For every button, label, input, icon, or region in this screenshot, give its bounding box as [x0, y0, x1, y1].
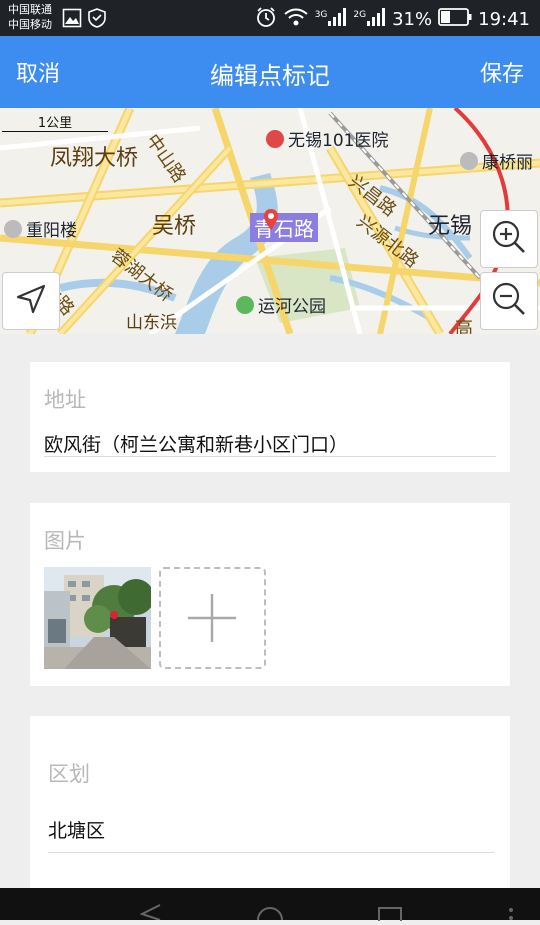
- signal-icon: [366, 7, 386, 32]
- save-button[interactable]: 保存: [480, 56, 524, 88]
- map-label: 吴桥: [152, 214, 197, 239]
- home-icon[interactable]: [256, 904, 284, 925]
- map-label: 高: [455, 318, 473, 334]
- app-header: 取消 编辑点标记 保存: [0, 36, 540, 108]
- network-type-2: 2G: [353, 9, 367, 20]
- poi-icon: [460, 152, 478, 170]
- carrier-1: 中国联通: [8, 3, 52, 16]
- status-bar: 中国联通 中国移动 3G 2G 31% 19:41: [0, 0, 540, 36]
- zoom-out-icon: [491, 281, 527, 321]
- wifi-icon: [283, 7, 309, 32]
- map-label: 凤翔大桥: [50, 146, 139, 171]
- zoom-in-button[interactable]: [480, 210, 538, 268]
- locate-icon: [14, 282, 48, 320]
- system-nav-bar: [0, 888, 540, 925]
- plus-icon: [186, 592, 238, 648]
- map-view[interactable]: 1公里 凤翔大桥 中山路 无锡101医院 兴昌路 康桥丽 重阳楼 吴桥 青石路 …: [0, 108, 540, 334]
- photo-thumbnail[interactable]: [44, 567, 151, 669]
- pictures-card: 图片: [30, 503, 510, 686]
- add-photo-button[interactable]: [159, 567, 266, 669]
- district-field[interactable]: 北塘区: [48, 816, 105, 843]
- zoom-in-icon: [491, 219, 527, 259]
- back-icon[interactable]: [139, 904, 162, 924]
- address-field[interactable]: 欧风街（柯兰公寓和新巷小区门口）: [44, 430, 348, 457]
- map-label: 山东浜: [126, 313, 177, 333]
- zoom-out-button[interactable]: [480, 272, 538, 330]
- recents-icon[interactable]: [378, 906, 402, 925]
- district-card: 区划 北塘区: [30, 716, 510, 888]
- locate-button[interactable]: [2, 272, 60, 330]
- hospital-icon: [266, 130, 284, 148]
- map-label: 重阳楼: [4, 216, 77, 241]
- map-label: 运河公园: [236, 292, 326, 317]
- map-label: 康桥丽: [460, 148, 533, 173]
- map-pin-icon[interactable]: [263, 208, 279, 236]
- map-scale: 1公里: [2, 112, 108, 132]
- clock: 19:41: [478, 9, 530, 30]
- selected-road-label: 青石路: [250, 213, 318, 242]
- poi-icon: [4, 220, 22, 238]
- page-title: 编辑点标记: [210, 62, 330, 90]
- address-card: 地址 欧风街（柯兰公寓和新巷小区门口）: [30, 362, 510, 472]
- divider: [44, 456, 496, 457]
- shield-icon: [88, 8, 106, 32]
- battery-icon: [438, 8, 472, 31]
- alarm-icon: [255, 6, 277, 33]
- map-label: 无锡101医院: [266, 126, 388, 151]
- pictures-label: 图片: [44, 529, 86, 553]
- district-label: 区划: [48, 762, 90, 786]
- carrier-info: 中国联通 中国移动: [8, 2, 52, 32]
- battery-percent: 31%: [392, 9, 433, 30]
- signal-icon: [327, 7, 347, 32]
- address-label: 地址: [44, 388, 86, 412]
- network-type-1: 3G: [314, 9, 328, 20]
- menu-icon[interactable]: [508, 906, 514, 925]
- gallery-icon: [62, 8, 82, 32]
- divider: [48, 852, 494, 853]
- carrier-2: 中国移动: [8, 18, 52, 31]
- map-label: 无锡: [428, 214, 473, 239]
- park-icon: [236, 296, 254, 314]
